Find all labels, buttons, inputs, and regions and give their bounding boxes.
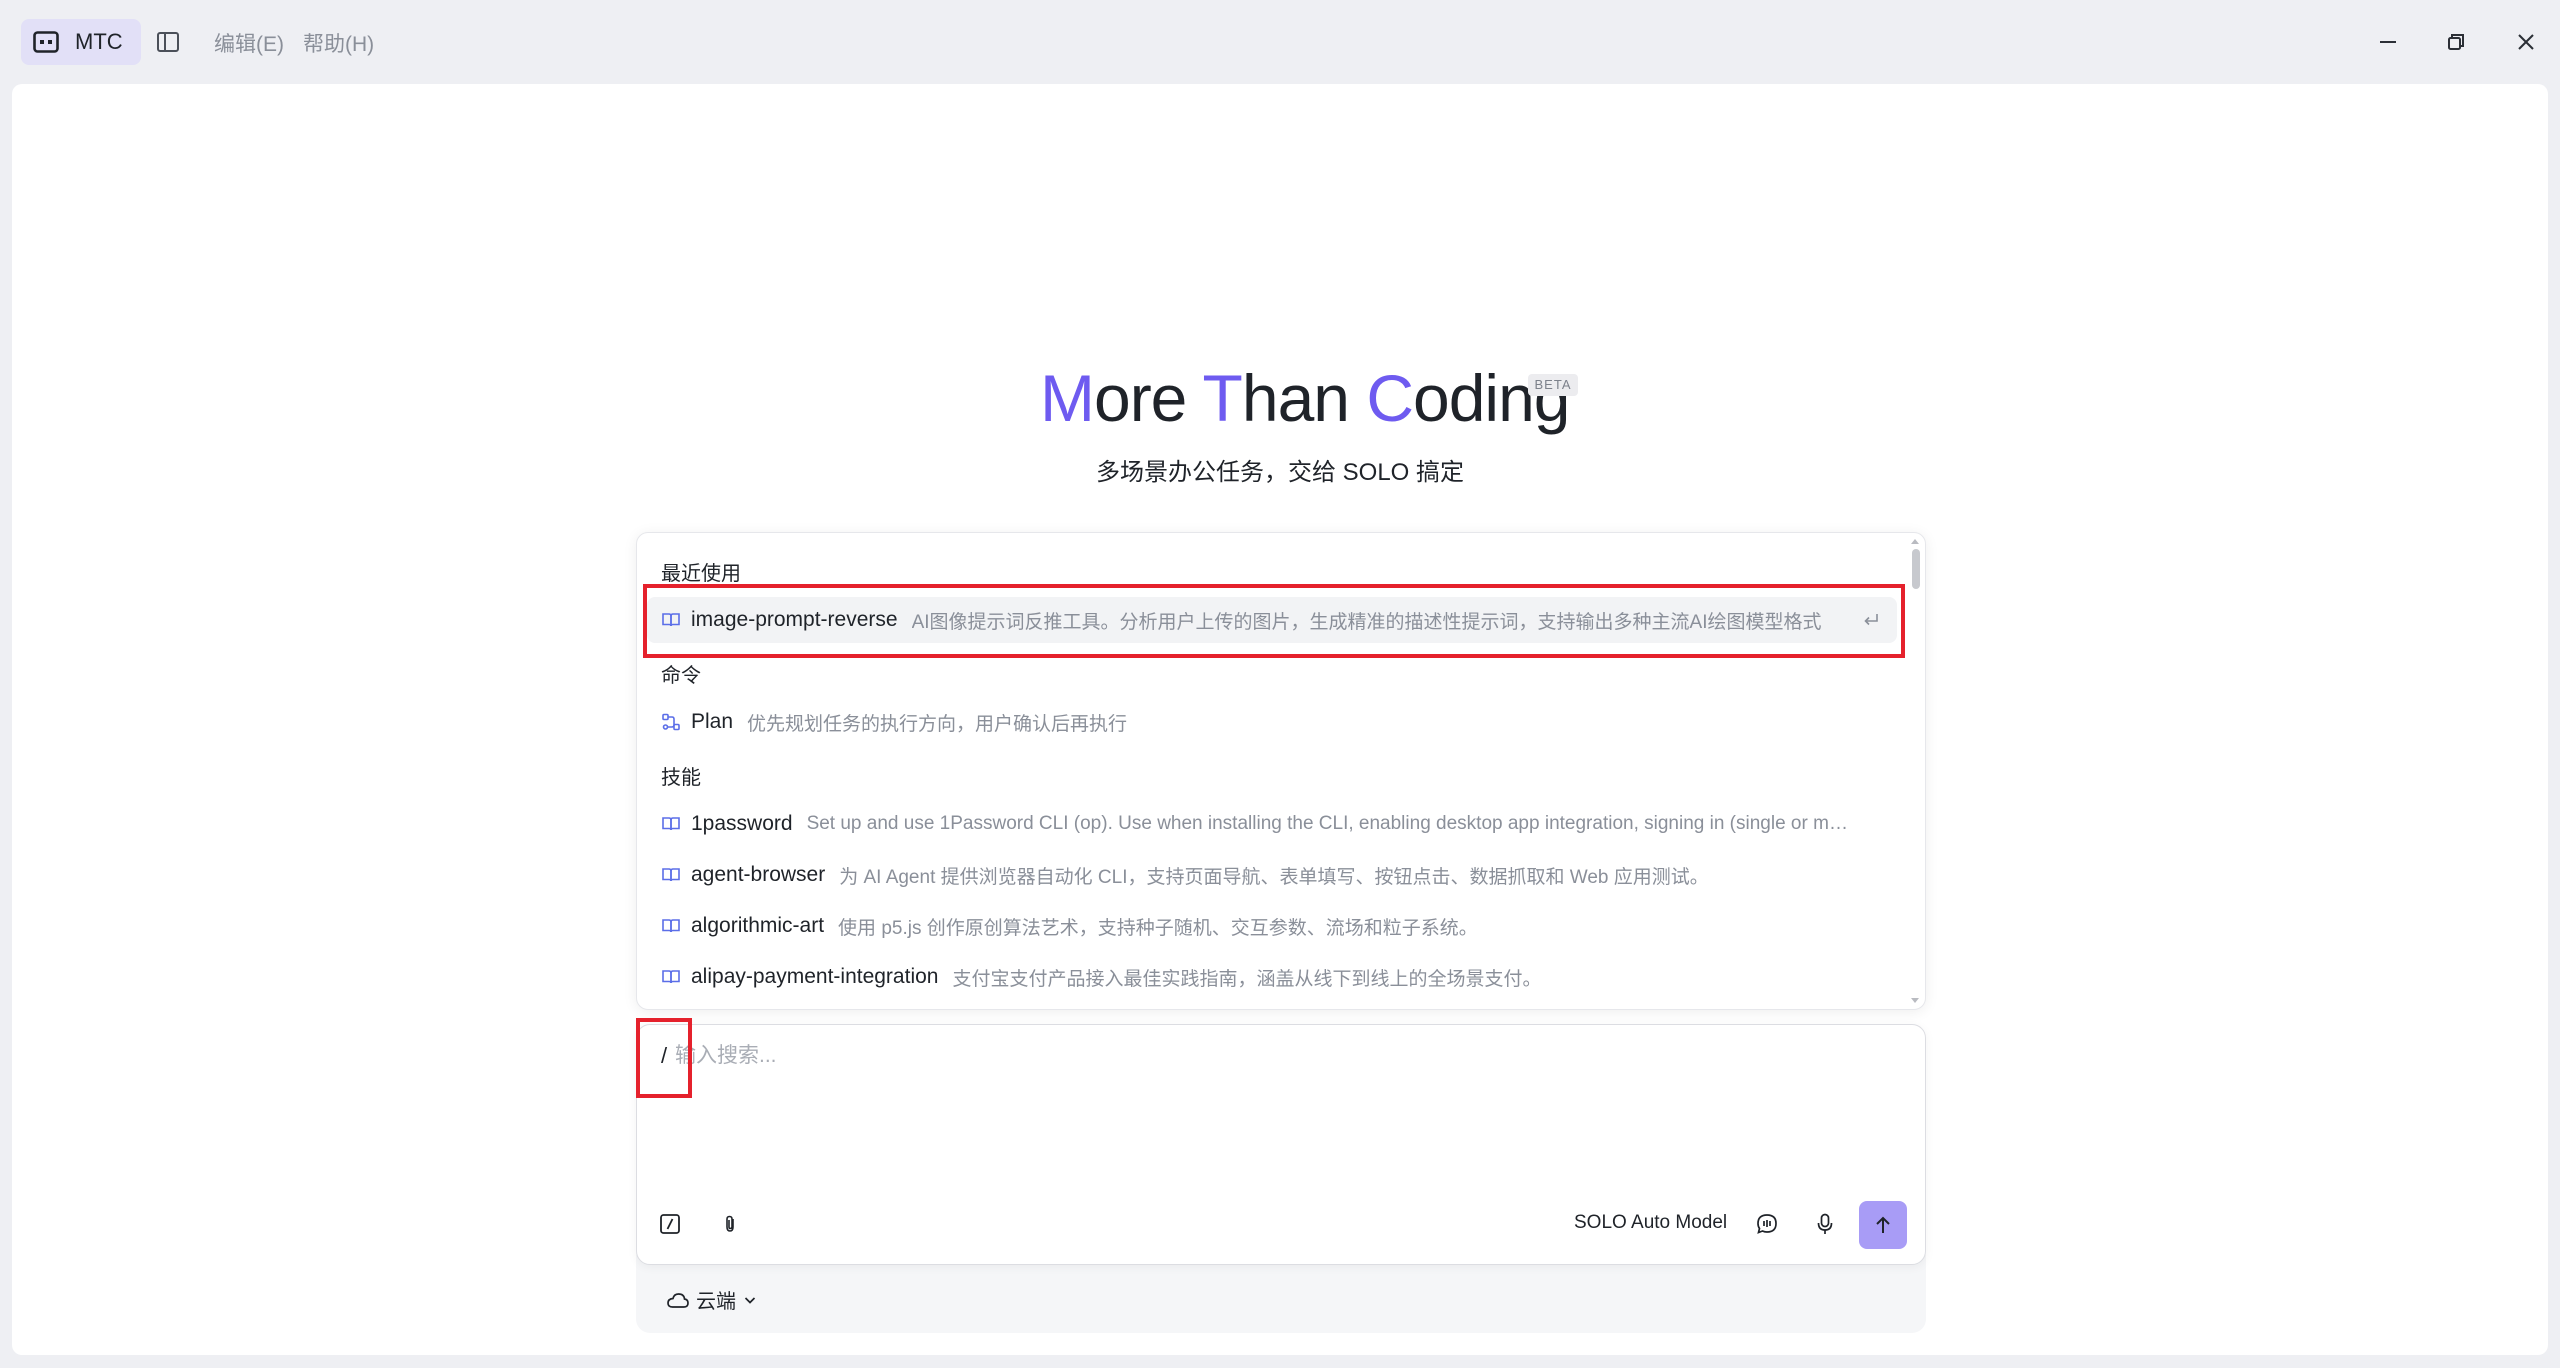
item-name: agent-browser — [691, 863, 826, 886]
skill-item[interactable]: alipay-payment-integration 支付宝支付产品接入最佳实践… — [647, 954, 1897, 1000]
title-bar: MTC 编辑(E) 帮助(H) — [0, 0, 2560, 84]
item-name: alipay-payment-integration — [691, 965, 939, 988]
hero-title-part: M — [1040, 361, 1095, 435]
item-desc: Set up and use 1Password CLI (op). Use w… — [806, 813, 1897, 834]
hero-title-part: ore — [1093, 361, 1203, 435]
environment-bar: 云端 — [636, 1255, 1926, 1333]
item-desc: 使用 p5.js 创作原创算法艺术，支持种子随机、交互参数、流场和粒子系统。 — [838, 917, 1478, 939]
section-skills: 技能 — [661, 767, 701, 789]
chat-bubble-icon — [1757, 1214, 1777, 1234]
command-item-plan[interactable]: Plan 优先规划任务的执行方向，用户确认后再执行 — [647, 699, 1897, 745]
item-desc: 为 AI Agent 提供浏览器自动化 CLI，支持页面导航、表单填写、按钮点击… — [839, 866, 1709, 888]
minimize-icon[interactable] — [2374, 28, 2402, 56]
plan-icon — [662, 713, 680, 731]
chat-mode-button[interactable] — [1752, 1209, 1782, 1239]
attach-button[interactable] — [715, 1209, 745, 1239]
hero-title-part: oding — [1413, 361, 1570, 435]
beta-badge: BETA — [1528, 374, 1578, 396]
hero-title-part: han — [1241, 361, 1367, 435]
book-icon — [662, 817, 680, 831]
annotation-box-selected-item — [643, 584, 1905, 658]
popup-scrollbar[interactable] — [1912, 549, 1920, 589]
hero-title-part: T — [1202, 361, 1243, 435]
item-desc: 支付宝支付产品接入最佳实践指南，涵盖从线下到线上的全场景支付。 — [952, 968, 1542, 990]
restore-icon[interactable] — [2442, 28, 2470, 56]
close-icon[interactable] — [2512, 28, 2540, 56]
menu-edit[interactable]: 编辑(E) — [214, 28, 284, 58]
app-name: MTC — [75, 29, 123, 54]
arrow-up-icon — [1876, 1216, 1890, 1233]
book-icon — [662, 970, 680, 984]
scroll-up-arrow[interactable] — [1911, 539, 1919, 544]
chat-composer: / SOLO Auto Model — [636, 1024, 1926, 1265]
slash-command-icon — [660, 1214, 680, 1234]
section-commands: 命令 — [661, 665, 701, 687]
item-name: algorithmic-art — [691, 914, 825, 937]
microphone-icon — [1817, 1213, 1833, 1234]
skill-item[interactable]: algorithmic-art 使用 p5.js 创作原创算法艺术，支持种子随机… — [647, 903, 1897, 949]
hero-title-part: C — [1366, 361, 1414, 435]
section-recent: 最近使用 — [661, 563, 741, 585]
hero-subtitle: 多场景办公任务，交给 SOLO 搞定 — [1095, 459, 1465, 486]
skill-item[interactable]: 1password Set up and use 1Password CLI (… — [647, 801, 1897, 847]
paperclip-icon — [726, 1215, 734, 1232]
search-input[interactable] — [675, 1039, 1375, 1073]
book-icon — [662, 919, 680, 933]
slash-command-button[interactable] — [655, 1209, 685, 1239]
voice-input-button[interactable] — [1810, 1209, 1840, 1239]
item-name: 1password — [691, 812, 793, 835]
environment-label: 云端 — [696, 1291, 736, 1313]
model-selector[interactable]: SOLO Auto Model — [1574, 1212, 1727, 1234]
skill-item[interactable]: agent-browser 为 AI Agent 提供浏览器自动化 CLI，支持… — [647, 852, 1897, 898]
environment-select[interactable]: 云端 — [666, 1285, 758, 1314]
item-name: Plan — [691, 710, 734, 733]
annotation-box-slash-input — [636, 1018, 692, 1098]
app-logo-icon — [33, 31, 59, 53]
chevron-down-icon — [744, 1296, 756, 1304]
scroll-down-arrow[interactable] — [1911, 998, 1919, 1003]
send-button[interactable] — [1859, 1201, 1907, 1249]
sidebar-toggle-icon[interactable] — [155, 29, 181, 55]
cloud-icon — [667, 1292, 689, 1308]
item-desc: 优先规划任务的执行方向，用户确认后再执行 — [747, 713, 1128, 735]
book-icon — [662, 868, 680, 882]
app-switcher-button[interactable]: MTC — [21, 19, 141, 65]
hero-title: More Than Coding — [1040, 360, 1570, 436]
menu-help[interactable]: 帮助(H) — [303, 28, 374, 58]
